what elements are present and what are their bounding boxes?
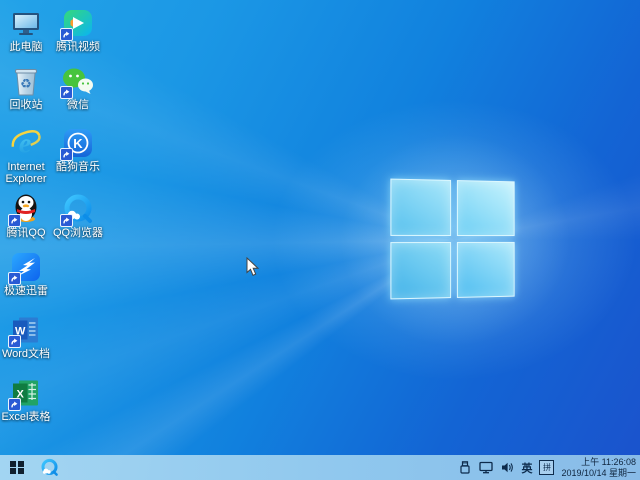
safely-remove-hardware-icon[interactable] bbox=[458, 460, 472, 475]
mouse-cursor bbox=[246, 256, 260, 282]
shortcut-arrow-icon bbox=[8, 272, 21, 285]
windows-start-icon bbox=[10, 460, 24, 475]
shortcut-arrow-icon bbox=[8, 335, 21, 348]
shortcut-arrow-icon bbox=[60, 28, 73, 41]
start-button[interactable] bbox=[0, 455, 34, 480]
desktop-icon-word[interactable]: W Word文档 bbox=[0, 314, 52, 360]
windows-logo-pane bbox=[456, 180, 515, 237]
shortcut-arrow-icon bbox=[60, 86, 73, 99]
desktop-icon-xunlei[interactable]: 极速迅雷 bbox=[0, 251, 52, 297]
windows-logo-wallpaper bbox=[330, 125, 580, 355]
ime-language-indicator[interactable]: 英 bbox=[521, 460, 532, 476]
windows-logo-pane bbox=[390, 242, 452, 300]
ime-mode-icon[interactable]: 拼 bbox=[539, 460, 555, 475]
icon-label: 此电脑 bbox=[9, 41, 43, 53]
tencent-video-icon bbox=[60, 7, 94, 41]
taskbar-clock[interactable]: 上午 11:26:08 2019/10/14 星期一 bbox=[561, 457, 636, 479]
clock-date: 2019/10/14 星期一 bbox=[561, 467, 636, 478]
icon-label: 微信 bbox=[67, 99, 89, 111]
taskbar-qq-browser-button[interactable] bbox=[34, 455, 64, 480]
qq-browser-icon bbox=[60, 193, 94, 227]
icon-label: QQ浏览器 bbox=[52, 227, 104, 239]
desktop-icon-recycle-bin[interactable]: ♻ 回收站 bbox=[0, 65, 52, 111]
shortcut-arrow-icon bbox=[8, 398, 21, 411]
network-icon[interactable] bbox=[479, 461, 494, 475]
icon-label: Internet Explorer bbox=[5, 161, 47, 185]
volume-icon[interactable] bbox=[500, 461, 514, 475]
internet-explorer-icon: e bbox=[10, 127, 42, 159]
icon-label: 酷狗音乐 bbox=[56, 161, 100, 173]
wechat-icon bbox=[60, 65, 94, 99]
icon-label: 极速迅雷 bbox=[4, 285, 48, 297]
icon-label: Excel表格 bbox=[1, 411, 51, 423]
desktop-icon-tencent-video[interactable]: 腾讯视频 bbox=[52, 7, 104, 53]
icon-label: 腾讯QQ bbox=[6, 227, 46, 239]
desktop-icon-wechat[interactable]: 微信 bbox=[52, 65, 104, 111]
xunlei-thunder-icon bbox=[8, 251, 42, 285]
windows-logo-pane bbox=[390, 178, 452, 236]
svg-text:♻: ♻ bbox=[20, 76, 32, 91]
word-icon: W bbox=[8, 314, 42, 348]
excel-icon: X bbox=[8, 377, 42, 411]
taskbar: 英 拼 上午 11:26:08 2019/10/14 星期一 bbox=[0, 455, 640, 480]
qq-browser-icon bbox=[40, 458, 58, 476]
this-pc-icon bbox=[10, 7, 42, 39]
desktop-icon-excel[interactable]: X Excel表格 bbox=[0, 377, 52, 423]
recycle-bin-icon: ♻ bbox=[10, 65, 42, 97]
icon-label: 腾讯视频 bbox=[56, 41, 100, 53]
svg-text:K: K bbox=[73, 136, 83, 151]
shortcut-arrow-icon bbox=[8, 214, 21, 227]
windows-logo-icon bbox=[390, 178, 515, 300]
icon-label: 回收站 bbox=[9, 99, 43, 111]
shortcut-arrow-icon bbox=[60, 214, 73, 227]
shortcut-arrow-icon bbox=[60, 148, 73, 161]
windows-logo-pane bbox=[456, 241, 515, 298]
system-tray: 英 拼 上午 11:26:08 2019/10/14 星期一 bbox=[458, 455, 640, 480]
tencent-qq-icon bbox=[8, 193, 42, 227]
icon-label: Word文档 bbox=[1, 348, 51, 360]
desktop-icon-kugou-music[interactable]: K 酷狗音乐 bbox=[52, 127, 104, 173]
clock-time: 上午 11:26:08 bbox=[581, 456, 636, 467]
desktop-icon-tencent-qq[interactable]: 腾讯QQ bbox=[0, 193, 52, 239]
desktop-icon-this-pc[interactable]: 此电脑 bbox=[0, 7, 52, 53]
desktop-icon-internet-explorer[interactable]: e Internet Explorer bbox=[0, 127, 52, 185]
desktop-icon-qq-browser[interactable]: QQ浏览器 bbox=[52, 193, 104, 239]
kugou-music-icon: K bbox=[60, 127, 94, 161]
